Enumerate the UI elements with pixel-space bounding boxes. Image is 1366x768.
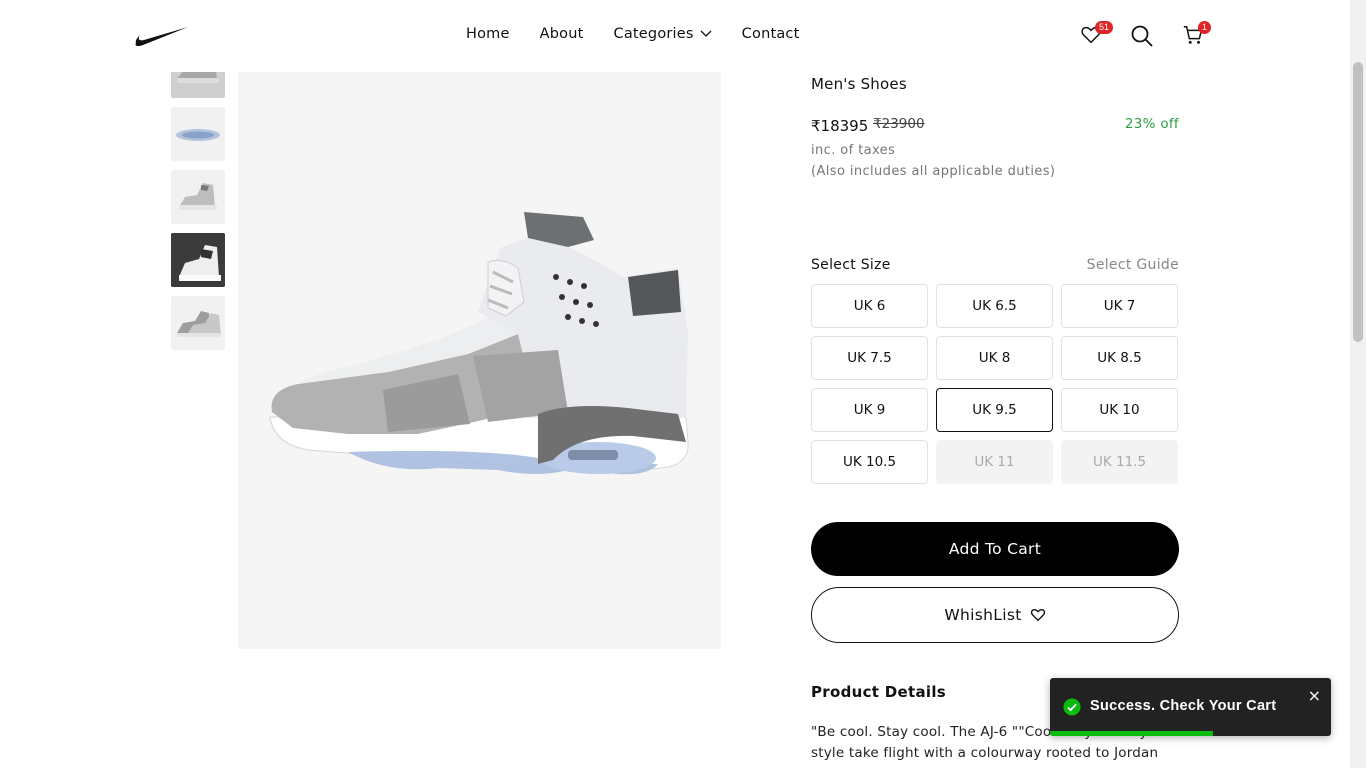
product-old-price: ₹23900 [873,116,925,132]
nav-categories-label: Categories [613,26,694,42]
size-option-uk-9[interactable]: UK 9 [811,388,928,432]
product-details-title: Product Details [811,683,947,701]
size-guide-link[interactable]: Select Guide [1087,257,1179,273]
wishlist-label: WhishList [944,606,1022,624]
main-product-image [238,72,721,649]
add-to-cart-button[interactable]: Add To Cart [811,522,1179,576]
size-option-uk-10-5[interactable]: UK 10.5 [811,440,928,484]
select-size-label: Select Size [811,257,891,273]
search-button[interactable] [1130,24,1156,50]
size-grid: UK 6 UK 6.5 UK 7 UK 7.5 UK 8 UK 8.5 UK 9… [811,284,1179,484]
shoe-sole-thumbnail-image [176,129,220,141]
size-option-uk-10[interactable]: UK 10 [1061,388,1178,432]
shoe-pair-thumbnail-image [177,311,221,337]
size-option-uk-6-5[interactable]: UK 6.5 [936,284,1053,328]
main-nav: Home About Categories Contact [466,26,800,42]
add-to-cart-label: Add To Cart [948,540,1042,558]
nav-categories[interactable]: Categories [614,26,712,42]
size-option-uk-7-5[interactable]: UK 7.5 [811,336,928,380]
nike-logo[interactable] [134,24,190,48]
product-price: ₹18395 [811,117,869,135]
size-option-uk-9-5[interactable]: UK 9.5 [936,388,1053,432]
nav-contact-label: Contact [741,26,800,42]
site-header: Home About Categories Contact 51 1 [0,0,1350,72]
nav-contact[interactable]: Contact [742,26,800,42]
nav-home[interactable]: Home [466,26,510,42]
product-subtitle: Men's Shoes [811,75,907,93]
nav-about-label: About [539,26,584,42]
shoe-lifestyle-thumbnail-image [171,233,225,287]
thumbnail-5[interactable] [171,296,225,350]
cart-button[interactable]: 1 [1182,21,1212,50]
toast-progress-bar [1050,731,1213,736]
size-option-uk-11: UK 11 [936,440,1053,484]
thumbnail-4[interactable] [171,233,225,287]
cart-count-badge: 1 [1198,21,1212,34]
thumbnail-3[interactable] [171,170,225,224]
tax-note: inc. of taxes [811,143,896,158]
thumbnail-2[interactable] [171,107,225,161]
chevron-down-icon [700,30,712,37]
thumbnail-list [171,46,225,359]
shoe-angle-thumbnail-image [179,183,217,210]
size-option-uk-7[interactable]: UK 7 [1061,284,1178,328]
size-option-uk-6[interactable]: UK 6 [811,284,928,328]
wishlist-button-large[interactable]: WhishList [811,587,1179,643]
size-option-uk-8-5[interactable]: UK 8.5 [1061,336,1178,380]
nav-home-label: Home [466,26,510,42]
scrollbar-thumb[interactable] [1353,62,1363,342]
heart-icon [1030,608,1045,622]
size-option-uk-8[interactable]: UK 8 [936,336,1053,380]
wishlist-button[interactable]: 51 [1080,21,1114,50]
search-icon [1131,25,1153,47]
toast-message: Success. Check Your Cart [1090,698,1277,714]
page-scrollbar[interactable] [1350,0,1366,768]
wishlist-count-badge: 51 [1095,21,1114,34]
check-circle-icon [1063,698,1081,716]
nav-about[interactable]: About [540,26,584,42]
discount-label: 23% off [1124,116,1179,132]
duties-note: (Also includes all applicable duties) [811,164,1056,179]
air-jordan-6-shoe-image [269,212,689,475]
size-option-uk-11-5: UK 11.5 [1061,440,1178,484]
success-toast: Success. Check Your Cart × [1050,678,1331,736]
header-actions: 51 1 [1080,21,1220,52]
close-icon[interactable]: × [1308,686,1321,705]
